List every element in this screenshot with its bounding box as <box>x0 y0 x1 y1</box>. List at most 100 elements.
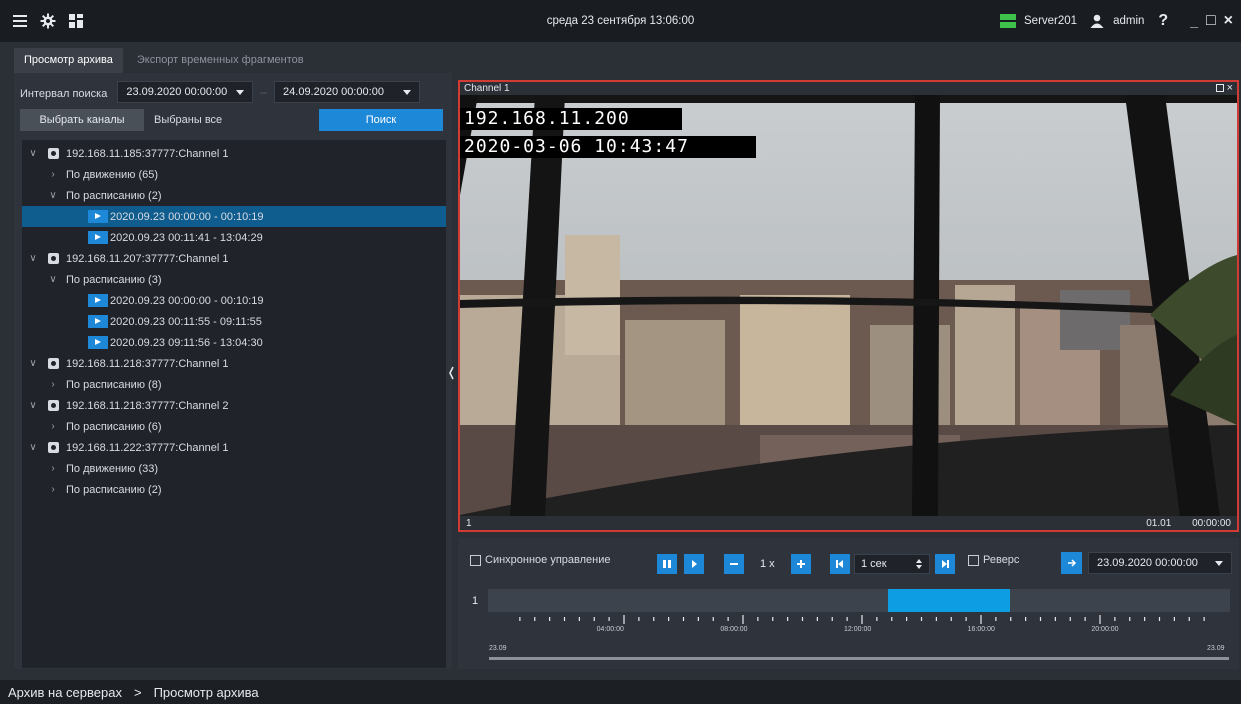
tree-camera-node[interactable]: ∨ 192.168.11.222:37777:Channel 1 <box>22 437 446 458</box>
tree-node-label: 192.168.11.222:37777:Channel 1 <box>66 441 229 454</box>
goto-datetime-picker[interactable]: 23.09.2020 00:00:00 <box>1088 552 1232 574</box>
step-forward-button[interactable] <box>935 554 955 574</box>
tree-camera-node[interactable]: ∨ 192.168.11.185:37777:Channel 1 <box>22 143 446 164</box>
tree-record-node[interactable]: 2020.09.23 09:11:56 - 13:04:30 <box>22 332 446 353</box>
channel-title: Channel 1 <box>464 83 510 94</box>
channels-row: Выбрать каналы Выбраны все Поиск <box>20 109 446 131</box>
chevron-down-icon[interactable]: ∨ <box>26 400 40 411</box>
collapse-panel-handle[interactable] <box>449 366 454 380</box>
breadcrumb-archive[interactable]: Архив на серверах <box>8 685 122 700</box>
tree-node-label: 192.168.11.185:37777:Channel 1 <box>66 147 229 160</box>
search-panel: Интервал поиска 23.09.2020 00:00:00 – 24… <box>14 73 452 669</box>
camera-icon <box>48 442 59 453</box>
osd-ip-label: 192.168.11.200 <box>460 108 682 130</box>
tab-archive-view[interactable]: Просмотр архива <box>14 48 123 73</box>
sync-row: Синхронное управление <box>470 554 611 566</box>
chevron-right-icon[interactable]: › <box>46 379 60 390</box>
reverse-checkbox[interactable] <box>968 554 979 566</box>
tree-group-node[interactable]: › По движению (65) <box>22 164 446 185</box>
chevron-down-icon <box>1215 560 1223 566</box>
speed-value: 1 x <box>760 558 775 570</box>
tree-node-label: 192.168.11.218:37777:Channel 1 <box>66 357 229 370</box>
tree-node-label: 2020.09.23 00:00:00 - 00:10:19 <box>110 294 264 307</box>
user-icon <box>1089 13 1105 29</box>
sync-checkbox[interactable] <box>470 554 481 566</box>
playback-controls: Синхронное управление 1 x 1 сек Реверс 2… <box>458 538 1239 669</box>
tree-group-node[interactable]: › По расписанию (2) <box>22 479 446 500</box>
timeline-date-left: 23.09 <box>489 645 507 652</box>
timeline-track[interactable] <box>488 589 1230 612</box>
video-footer: 1 01.01 00:00:00 <box>460 516 1237 530</box>
tree-node-label: 192.168.11.207:37777:Channel 1 <box>66 252 229 265</box>
server-icon <box>1000 14 1017 28</box>
speed-decrease-button[interactable] <box>724 554 744 574</box>
timeline-hour-labels: 04:00:00 08:00:00 12:00:00 16:00:00 20:00:00 <box>488 626 1230 638</box>
gear-icon[interactable] <box>40 13 56 29</box>
goto-datetime-value: 23.09.2020 00:00:00 <box>1097 557 1198 569</box>
help-button[interactable]: ? <box>1158 12 1168 30</box>
tab-export-fragments[interactable]: Экспорт временных фрагментов <box>127 48 314 73</box>
maximize-button[interactable]: □ <box>1206 12 1216 30</box>
selected-all-label: Выбраны все <box>154 114 223 126</box>
chevron-right-icon[interactable]: › <box>46 463 60 474</box>
chevron-down-icon <box>236 89 245 95</box>
search-button[interactable]: Поиск <box>319 109 443 131</box>
date-to-picker[interactable]: 24.09.2020 00:00:00 <box>274 81 421 103</box>
layout-grid-icon[interactable] <box>68 13 84 29</box>
camera-icon <box>48 253 59 264</box>
speed-increase-button[interactable] <box>791 554 811 574</box>
interval-label: Интервал поиска <box>20 88 108 100</box>
chevron-down-icon[interactable]: ∨ <box>26 442 40 453</box>
timeline-selection[interactable] <box>888 589 1011 612</box>
spinner-arrows-icon[interactable] <box>915 558 923 570</box>
video-frame[interactable]: 192.168.11.200 2020-03-06 10:43:47 <box>460 95 1237 517</box>
tree-group-node[interactable]: › По движению (33) <box>22 458 446 479</box>
tree-record-node[interactable]: 2020.09.23 00:11:55 - 09:11:55 <box>22 311 446 332</box>
chevron-right-icon[interactable]: › <box>46 421 60 432</box>
tree-record-node[interactable]: 2020.09.23 00:11:41 - 13:04:29 <box>22 227 446 248</box>
tree-camera-node[interactable]: ∨ 192.168.11.207:37777:Channel 1 <box>22 248 446 269</box>
chevron-right-icon[interactable]: › <box>46 169 60 180</box>
tree-record-node[interactable]: 2020.09.23 00:00:00 - 00:10:19 <box>22 290 446 311</box>
close-icon[interactable]: × <box>1227 83 1233 94</box>
chevron-right-icon[interactable]: › <box>46 484 60 495</box>
date-separator: – <box>260 85 268 99</box>
pause-button[interactable] <box>657 554 677 574</box>
timeline-date-right: 23.09 <box>1207 645 1225 652</box>
tree-group-node[interactable]: › По расписанию (8) <box>22 374 446 395</box>
date-from-picker[interactable]: 23.09.2020 00:00:00 <box>117 81 254 103</box>
tree-node-label: По расписанию (3) <box>66 273 162 286</box>
tree-camera-node[interactable]: ∨ 192.168.11.218:37777:Channel 1 <box>22 353 446 374</box>
server-name[interactable]: Server201 <box>1024 15 1077 27</box>
chevron-down-icon[interactable]: ∨ <box>26 358 40 369</box>
camera-image <box>460 95 1237 517</box>
tree-node-label: 2020.09.23 00:11:55 - 09:11:55 <box>110 315 262 328</box>
chevron-down-icon[interactable]: ∨ <box>46 190 60 201</box>
step-interval-spinner[interactable]: 1 сек <box>854 554 930 574</box>
maximize-icon[interactable] <box>1215 84 1224 92</box>
tree-group-node[interactable]: ∨ По расписанию (2) <box>22 185 446 206</box>
reverse-row: Реверс <box>968 554 1019 566</box>
step-back-button[interactable] <box>830 554 850 574</box>
tree-group-node[interactable]: › По расписанию (6) <box>22 416 446 437</box>
play-button[interactable] <box>684 554 704 574</box>
chevron-down-icon[interactable]: ∨ <box>26 148 40 159</box>
tree-camera-node[interactable]: ∨ 192.168.11.218:37777:Channel 2 <box>22 395 446 416</box>
user-name[interactable]: admin <box>1113 15 1144 27</box>
tree-node-label: По движению (33) <box>66 462 159 475</box>
archive-tree[interactable]: ∨ 192.168.11.185:37777:Channel 1 › По движе… <box>22 140 446 668</box>
select-channels-button[interactable]: Выбрать каналы <box>20 109 144 131</box>
chevron-down-icon[interactable]: ∨ <box>46 274 60 285</box>
close-button[interactable]: × <box>1224 12 1233 30</box>
timeline-scrollbar[interactable] <box>489 657 1229 660</box>
step-value: 1 сек <box>861 558 887 570</box>
goto-datetime-button[interactable] <box>1061 552 1082 574</box>
tree-group-node[interactable]: ∨ По расписанию (3) <box>22 269 446 290</box>
tree-node-label: По расписанию (8) <box>66 378 162 391</box>
minimize-button[interactable]: _ <box>1190 13 1198 29</box>
menu-icon[interactable] <box>12 13 28 29</box>
video-panel[interactable]: Channel 1 × 192.168.11.200 2020-03-06 10… <box>458 80 1239 532</box>
chevron-down-icon[interactable]: ∨ <box>26 253 40 264</box>
play-record-icon <box>88 336 108 349</box>
tree-record-node[interactable]: 2020.09.23 00:00:00 - 00:10:19 <box>22 206 446 227</box>
